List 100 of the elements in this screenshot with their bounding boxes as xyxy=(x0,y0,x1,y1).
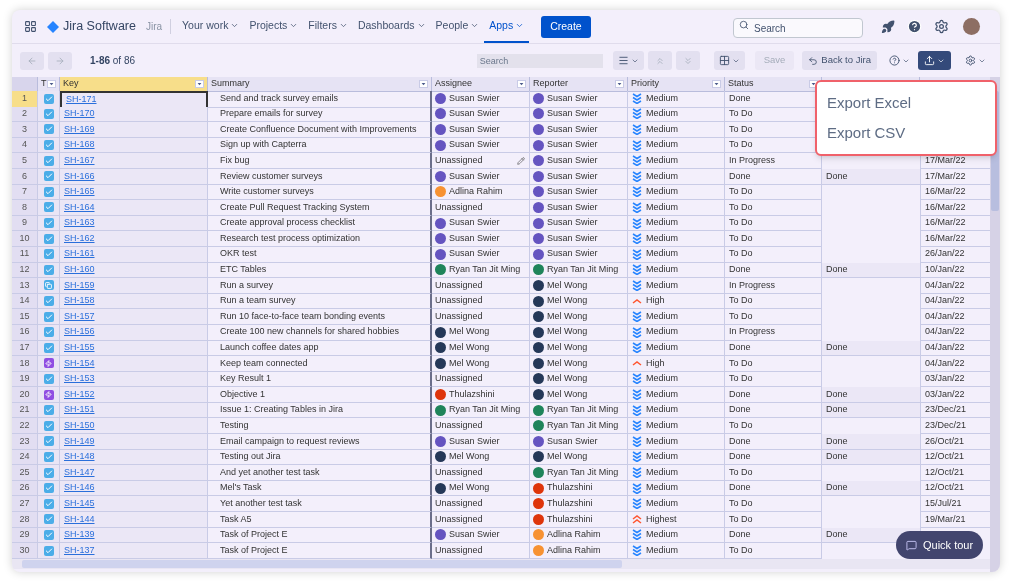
priority-label: Medium xyxy=(646,434,678,448)
table-cell: Run a team survey xyxy=(208,293,432,310)
nav-menu[interactable]: Filters xyxy=(303,10,353,43)
column-header[interactable]: Reporter xyxy=(530,77,628,92)
column-label: Status xyxy=(728,77,754,90)
issue-key-link[interactable]: SH-153 xyxy=(64,372,95,386)
issue-key-link[interactable]: SH-167 xyxy=(64,153,95,168)
search-field[interactable]: Search xyxy=(733,18,863,38)
issue-key-link[interactable]: SH-156 xyxy=(64,325,95,339)
row-number[interactable]: 23 xyxy=(12,434,38,450)
table-cell: To Do xyxy=(725,512,822,528)
issue-key-link[interactable]: SH-164 xyxy=(64,200,95,215)
priority-label: Medium xyxy=(646,231,678,245)
table-cell: To Do xyxy=(725,418,822,435)
column-header[interactable]: Summary xyxy=(208,77,432,92)
issue-key-link[interactable]: SH-162 xyxy=(64,231,95,246)
table-cell: Write customer surveys xyxy=(208,184,432,201)
issue-key-link[interactable]: SH-158 xyxy=(64,294,95,308)
priority-label: Medium xyxy=(646,403,678,417)
issue-key-link[interactable]: SH-171 xyxy=(66,93,97,107)
issue-key-link[interactable]: SH-163 xyxy=(64,216,95,230)
row-number[interactable]: 1 xyxy=(12,91,38,108)
column-header[interactable]: Assignee xyxy=(432,77,530,92)
row-number[interactable]: 8 xyxy=(12,200,38,216)
column-header[interactable]: Status xyxy=(725,77,822,92)
person-name: Susan Swier xyxy=(449,107,500,121)
table-cell: Task of Project E xyxy=(208,527,432,544)
nav-menu[interactable]: Dashboards xyxy=(352,10,431,43)
row-number[interactable]: 5 xyxy=(12,153,38,169)
column-header[interactable]: T xyxy=(38,77,60,92)
issue-key-link[interactable]: SH-144 xyxy=(64,512,95,527)
priority-label: High xyxy=(646,356,665,370)
row-number[interactable]: 27 xyxy=(12,496,38,513)
table-cell: Create 100 new channels for shared hobbies xyxy=(208,324,432,341)
issue-key-link[interactable]: SH-168 xyxy=(64,138,95,152)
row-number[interactable]: 22 xyxy=(12,418,38,435)
table-cell: Issue 1: Creating Tables in Jira xyxy=(208,402,432,419)
table-cell: Create Confluence Document with Improvements xyxy=(208,122,432,138)
table-cell: Done xyxy=(822,168,920,185)
person-name: Susan Swier xyxy=(547,200,598,214)
table-cell: To Do xyxy=(725,543,822,559)
issue-key-link[interactable]: SH-139 xyxy=(64,528,95,542)
issue-key-link[interactable]: SH-149 xyxy=(64,434,95,449)
nav-menu[interactable]: Projects xyxy=(244,10,304,43)
search-field[interactable]: Search xyxy=(476,53,603,68)
nav-menu[interactable]: Apps xyxy=(484,10,530,43)
issue-key-link[interactable]: SH-170 xyxy=(64,107,95,121)
issue-key-link[interactable]: SH-165 xyxy=(64,185,95,199)
table-cell: To Do xyxy=(725,231,822,247)
row-number[interactable]: 15 xyxy=(12,309,38,325)
issue-key-link[interactable]: SH-150 xyxy=(64,419,95,433)
row-number[interactable]: 13 xyxy=(12,278,38,294)
issue-key-link[interactable]: SH-137 xyxy=(64,543,95,558)
person-name: Mel Wong xyxy=(449,325,490,339)
person-name: Ryan Tan Jit Ming xyxy=(449,263,521,277)
priority-label: Medium xyxy=(646,481,678,495)
issue-key-link[interactable]: SH-155 xyxy=(64,341,95,355)
priority-label: Medium xyxy=(646,450,678,464)
person-name: Susan Swier xyxy=(449,138,500,152)
issue-key-link[interactable]: SH-145 xyxy=(64,497,95,511)
person-name: Unassigned xyxy=(435,543,483,557)
table-cell: Yet another test task xyxy=(208,496,432,513)
nav-menu[interactable]: Your work xyxy=(177,10,245,43)
column-label: Priority xyxy=(631,77,659,90)
issue-key-link[interactable]: SH-148 xyxy=(64,450,95,464)
table-cell: To Do xyxy=(725,215,822,232)
row-number[interactable]: 10 xyxy=(12,231,38,247)
priority-label: Medium xyxy=(646,419,678,432)
issue-key-link[interactable]: SH-154 xyxy=(64,356,95,371)
person-name: Mel Wong xyxy=(547,372,588,386)
issue-key-link[interactable]: SH-161 xyxy=(64,247,95,261)
priority-label: Medium xyxy=(646,497,678,510)
table-cell: To Do xyxy=(725,309,822,325)
row-number[interactable]: 3 xyxy=(12,122,38,138)
person-name: Thulazshini xyxy=(547,512,593,526)
column-header[interactable]: Key xyxy=(60,77,208,92)
row-number[interactable]: 28 xyxy=(12,512,38,528)
table-cell: To Do xyxy=(725,200,822,216)
quick-tour-button[interactable]: Quick tour xyxy=(896,531,984,559)
issue-key-link[interactable]: SH-151 xyxy=(64,403,95,417)
column-header[interactable]: Priority xyxy=(628,77,725,92)
create-button[interactable]: Create xyxy=(541,15,591,38)
row-number[interactable]: 20 xyxy=(12,387,38,403)
back-to-jira-button[interactable]: Back to Jira xyxy=(802,51,877,70)
person-name: Mel Wong xyxy=(547,387,588,401)
table-cell: Fix bug xyxy=(208,153,432,169)
issue-key-link[interactable]: SH-152 xyxy=(64,387,95,402)
issue-key-link[interactable]: SH-157 xyxy=(64,309,95,324)
issue-key-link[interactable]: SH-146 xyxy=(64,481,95,495)
nav-menu[interactable]: People xyxy=(430,10,485,43)
issue-key-link[interactable]: SH-159 xyxy=(64,278,95,293)
issue-key-link[interactable]: SH-169 xyxy=(64,122,95,137)
issue-key-link[interactable]: SH-147 xyxy=(64,465,95,480)
issue-key-link[interactable]: SH-166 xyxy=(64,169,95,183)
issue-key-link[interactable]: SH-160 xyxy=(64,263,95,277)
row-number[interactable]: 18 xyxy=(12,356,38,372)
row-number[interactable]: 25 xyxy=(12,465,38,481)
priority-label: Medium xyxy=(646,200,678,214)
person-name: Unassigned xyxy=(435,153,483,167)
row-number[interactable]: 30 xyxy=(12,543,38,559)
